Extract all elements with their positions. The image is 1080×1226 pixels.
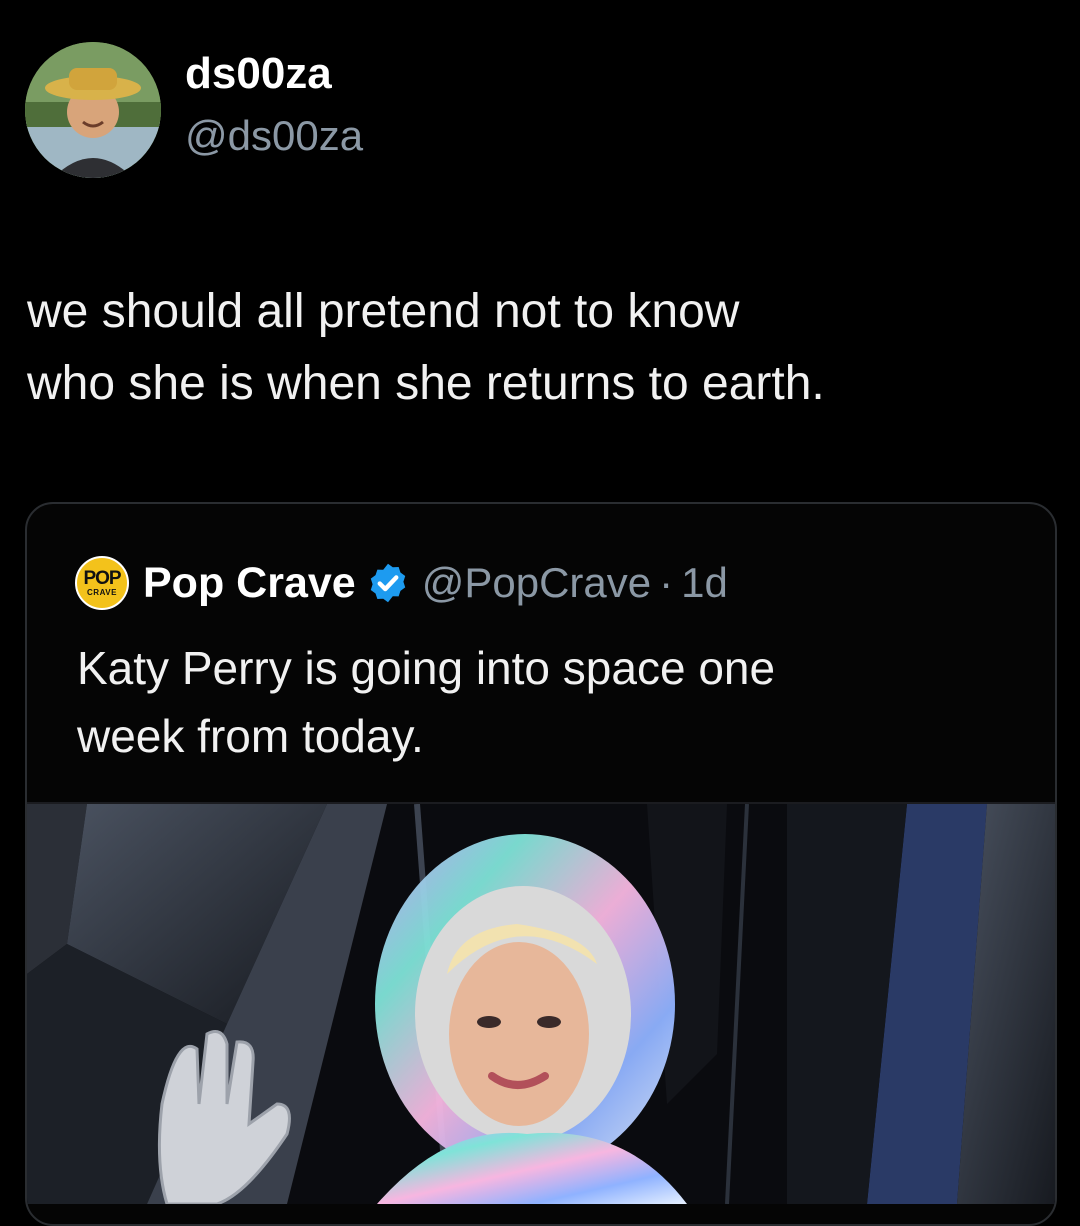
quoted-text: Katy Perry is going into space one week … bbox=[77, 642, 776, 762]
quoted-tweet[interactable]: POP CRAVE Pop Crave @PopCrave · 1d Katy … bbox=[25, 502, 1057, 1226]
author-handle[interactable]: @ds00za bbox=[185, 110, 363, 162]
pop-crave-logo[interactable]: POP CRAVE bbox=[75, 556, 129, 610]
quoted-media-image[interactable] bbox=[27, 802, 1055, 1206]
logo-text-bottom: CRAVE bbox=[87, 587, 117, 597]
quoted-display-name[interactable]: Pop Crave bbox=[143, 559, 356, 608]
quoted-timestamp[interactable]: 1d bbox=[681, 559, 728, 607]
avatar[interactable] bbox=[25, 42, 161, 178]
author-display-name[interactable]: ds00za bbox=[185, 48, 363, 100]
tweet-text: we should all pretend not to know who sh… bbox=[27, 285, 825, 410]
meta-separator: · bbox=[659, 559, 674, 606]
logo-text-top: POP bbox=[83, 567, 121, 589]
verified-badge-icon bbox=[370, 563, 405, 603]
quoted-handle[interactable]: @PopCrave bbox=[422, 559, 651, 607]
quoted-header: POP CRAVE Pop Crave @PopCrave · 1d bbox=[75, 556, 728, 610]
tweet-author[interactable]: ds00za @ds00za bbox=[25, 42, 363, 178]
